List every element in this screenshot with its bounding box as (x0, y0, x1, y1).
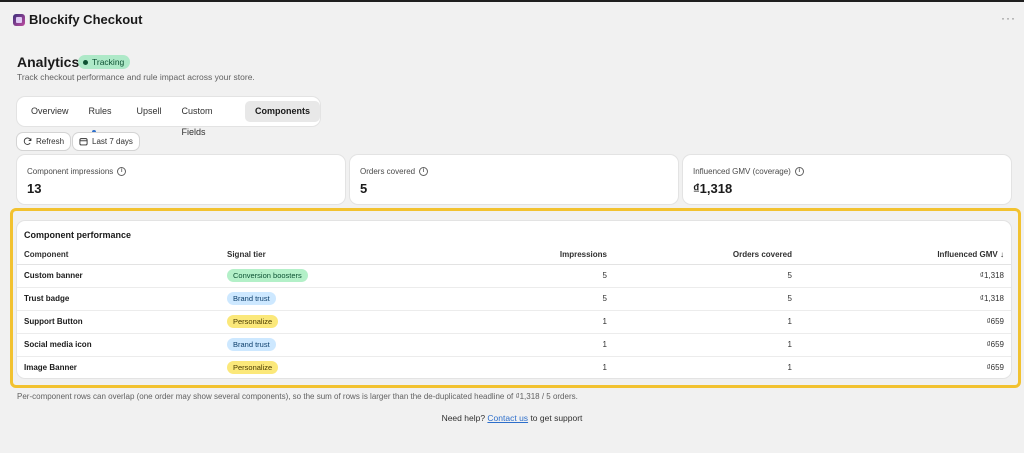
stat-card-orders: Orders covered i 5 (350, 155, 678, 204)
tab-label: Overview (31, 106, 69, 116)
tab-label: Rules (88, 106, 112, 116)
tab-components[interactable]: Components (245, 101, 320, 122)
component-performance-card: Component performance Component Signal t… (17, 221, 1011, 378)
tab-overview[interactable]: Overview (21, 101, 79, 122)
cell-impressions: 5 (417, 264, 607, 288)
stat-value: 5 (360, 181, 368, 196)
column-header-orders[interactable]: Orders covered (607, 245, 792, 265)
tier-badge: Personalize (227, 361, 279, 375)
cell-signal-tier: Personalize (227, 356, 417, 379)
cell-component: Image Banner (24, 363, 77, 373)
column-header-signal-tier[interactable]: Signal tier (227, 245, 417, 265)
calendar-icon (79, 138, 88, 146)
tab-rules[interactable]: Rules (79, 101, 127, 134)
stat-label: Influenced GMV (coverage) (693, 167, 791, 176)
help-text: Need help? Contact us to get support (0, 413, 1024, 423)
refresh-icon (23, 137, 32, 145)
app-logo-icon (13, 14, 25, 26)
table-row: Social media icon Brand trust 1 1 ₫659 (17, 333, 1011, 357)
stat-label-row: Orders covered i (360, 167, 429, 176)
cell-impressions: 1 (602, 363, 607, 373)
stat-card-gmv: Influenced GMV (coverage) i ₫1,318 (683, 155, 1011, 204)
contact-us-link[interactable]: Contact us (487, 413, 528, 423)
cell-impressions: 1 (417, 310, 607, 334)
cell-signal-tier: Brand trust (227, 333, 417, 357)
column-header-impressions[interactable]: Impressions (417, 245, 607, 265)
status-dot-icon (83, 59, 88, 65)
cell-signal-tier: Conversion boosters (227, 264, 417, 288)
cell-gmv: ₫659 (792, 310, 1011, 334)
stat-card-impressions: Component impressions i 13 (17, 155, 345, 204)
tier-badge: Brand trust (227, 338, 276, 351)
cell-gmv: ₫1,318 (792, 287, 1011, 311)
app-title: Blockify Checkout (29, 12, 143, 27)
tab-label: Components (255, 106, 310, 116)
help-prefix: Need help? (441, 413, 486, 423)
date-range-button[interactable]: Last 7 days (73, 133, 139, 150)
page-subtitle: Track checkout performance and rule impa… (17, 72, 255, 82)
column-header-gmv[interactable]: Influenced GMV ↓ (792, 245, 1011, 265)
cell-orders: 1 (787, 363, 792, 373)
cell-orders: 5 (607, 264, 792, 288)
cell-signal-tier: Brand trust (227, 287, 417, 311)
column-header-component[interactable]: Component (17, 245, 227, 265)
cell-orders: 1 (607, 333, 792, 357)
info-icon[interactable]: i (117, 167, 127, 176)
performance-table: Component Signal tier Impressions Orders… (17, 245, 1011, 379)
stat-label-row: Component impressions i (27, 167, 127, 176)
tab-custom-fields[interactable]: Custom Fields (171, 101, 245, 137)
tab-label: Custom Fields (181, 106, 213, 137)
cell-orders: 5 (607, 287, 792, 311)
sort-down-icon[interactable]: ↓ (1000, 250, 1004, 259)
status-badge-label: Tracking (92, 57, 125, 67)
footnote: Per-component rows can overlap (one orde… (17, 392, 578, 401)
table-row: Trust badge Brand trust 5 5 ₫1,318 (17, 287, 1011, 311)
stat-label-row: Influenced GMV (coverage) i (693, 167, 804, 176)
status-badge: Tracking (78, 55, 131, 69)
tab-bar: Overview Rules Upsell Custom Fields Comp… (17, 97, 320, 137)
table-row: Support Button Personalize 1 1 ₫659 (17, 310, 1011, 334)
column-header-gmv-label: Influenced GMV (937, 249, 998, 259)
stat-label: Orders covered (360, 167, 416, 176)
cell-orders: 1 (607, 310, 792, 334)
table-header-row: Component Signal tier Impressions Orders… (17, 245, 1011, 265)
tab-label: Upsell (136, 106, 162, 116)
stat-label: Component impressions (27, 167, 114, 176)
cell-component: Custom banner (17, 264, 227, 288)
stat-value: 13 (27, 181, 42, 196)
cell-signal-tier: Personalize (227, 310, 417, 334)
app-header: Blockify Checkout ··· (0, 2, 1024, 40)
cell-impressions: 1 (417, 333, 607, 357)
info-icon[interactable]: i (419, 167, 429, 176)
cell-component: Support Button (17, 310, 227, 334)
help-suffix: to get support (530, 413, 583, 423)
tier-badge: Conversion boosters (227, 269, 308, 282)
tab-upsell[interactable]: Upsell (126, 101, 171, 122)
table-row: Image Banner Personalize 1 1 ₫659 (17, 356, 1011, 379)
cell-component: Trust badge (17, 287, 227, 311)
cell-gmv: ₫1,318 (792, 264, 1011, 288)
cell-impressions: 5 (417, 287, 607, 311)
table-row: Custom banner Conversion boosters 5 5 ₫1,318 (17, 264, 1011, 288)
stat-value: ₫1,318 (693, 181, 733, 196)
cell-gmv: ₫659 (792, 333, 1011, 357)
refresh-button[interactable]: Refresh (17, 133, 71, 150)
ellipsis-icon[interactable]: ··· (1001, 11, 1016, 25)
cell-gmv: ₫659 (986, 363, 1004, 373)
page-title: Analytics (17, 54, 80, 70)
card-title: Component performance (24, 230, 132, 240)
date-range-label: Last 7 days (92, 137, 133, 146)
refresh-button-label: Refresh (36, 137, 65, 146)
tier-badge: Brand trust (227, 292, 276, 305)
cell-component: Social media icon (17, 333, 227, 357)
info-icon[interactable]: i (794, 167, 804, 176)
tier-badge: Personalize (227, 315, 279, 328)
